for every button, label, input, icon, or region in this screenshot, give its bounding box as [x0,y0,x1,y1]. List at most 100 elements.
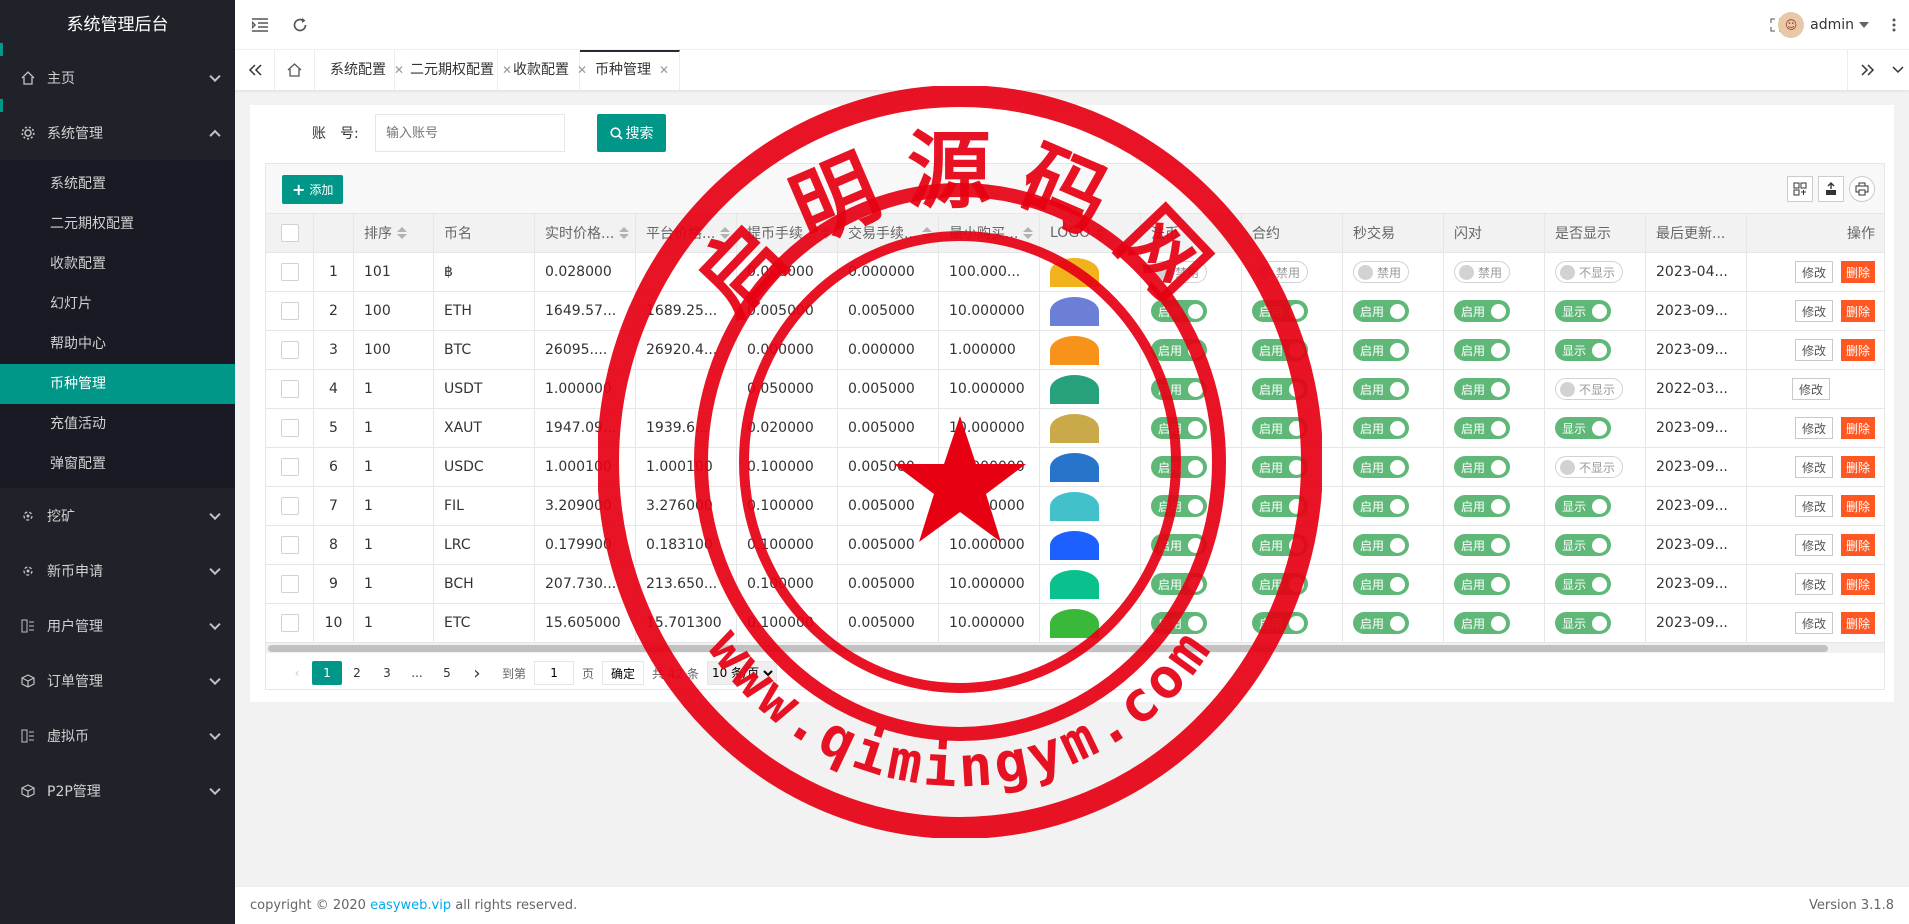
select-all-checkbox[interactable] [266,214,314,252]
edit-button[interactable]: 修改 [1794,456,1833,478]
second-trade-toggle[interactable]: 启用 [1353,339,1409,361]
sort-icon[interactable] [1095,227,1106,239]
fiat-toggle[interactable]: 启用 [1151,456,1207,478]
row-checkbox[interactable] [280,497,299,515]
flash-swap-toggle[interactable]: 启用 [1454,417,1510,439]
account-search-input[interactable] [375,114,565,152]
flash-swap-toggle[interactable]: 启用 [1454,573,1510,595]
column-header[interactable]: 最小购买... [939,214,1040,252]
page-confirm-button[interactable]: 确定 [602,661,645,685]
second-trade-toggle[interactable]: 启用 [1353,456,1409,478]
easyweb-link[interactable]: easyweb.vip [370,898,451,913]
row-checkbox[interactable] [280,536,299,554]
show-toggle[interactable]: 显示 [1555,612,1611,634]
row-checkbox[interactable] [280,263,299,281]
second-trade-toggle[interactable]: 启用 [1353,417,1409,439]
tabs-menu-chevron-icon[interactable] [1887,50,1909,90]
export-icon[interactable] [1818,176,1844,202]
fiat-toggle[interactable]: 启用 [1151,417,1207,439]
submenu-item[interactable]: 二元期权配置 [0,204,235,244]
sidebar-item-orders[interactable]: 订单管理 [0,653,235,708]
show-toggle[interactable]: 显示 [1555,300,1611,322]
delete-button[interactable]: 删除 [1840,456,1875,478]
flash-swap-toggle[interactable]: 禁用 [1454,261,1511,283]
sidebar-item-virtual[interactable]: 虚拟币 [0,708,235,763]
delete-button[interactable]: 删除 [1840,612,1875,634]
print-icon[interactable] [1849,176,1875,202]
fiat-toggle[interactable]: 启用 [1151,339,1207,361]
fiat-toggle[interactable]: 启用 [1151,612,1207,634]
fiat-toggle[interactable]: 启用 [1151,534,1207,556]
contract-toggle[interactable]: 启用 [1252,612,1308,634]
submenu-item[interactable]: 系统配置 [0,164,235,204]
flash-swap-toggle[interactable]: 启用 [1454,378,1510,400]
page-0[interactable]: 1 [312,661,342,685]
flash-swap-toggle[interactable]: 启用 [1454,612,1510,634]
second-trade-toggle[interactable]: 启用 [1353,573,1409,595]
row-checkbox[interactable] [280,419,299,437]
fiat-toggle[interactable]: 启用 [1151,495,1207,517]
second-trade-toggle[interactable]: 禁用 [1353,261,1410,283]
next-page-icon[interactable]: › [462,661,492,685]
submenu-item[interactable]: 弹窗配置 [0,444,235,484]
flash-swap-toggle[interactable]: 启用 [1454,456,1510,478]
show-toggle[interactable]: 显示 [1555,495,1611,517]
column-header[interactable]: 排序 [354,214,434,252]
show-toggle[interactable]: 显示 [1555,339,1611,361]
delete-button[interactable]: 删除 [1840,300,1875,322]
edit-button[interactable]: 修改 [1794,495,1833,517]
show-toggle[interactable]: 显示 [1555,417,1611,439]
tabs-left-icon[interactable] [235,50,275,90]
delete-button[interactable]: 删除 [1840,261,1875,283]
sidebar-item-home[interactable]: 主页 [0,43,235,112]
edit-button[interactable]: 修改 [1794,300,1833,322]
row-checkbox[interactable] [280,302,299,320]
page-size-select[interactable]: 10 条/页 [706,661,777,685]
sort-icon[interactable] [720,227,731,239]
page-4[interactable]: 5 [432,661,462,685]
row-checkbox[interactable] [280,575,299,593]
submenu-item[interactable]: 币种管理 [0,364,235,404]
contract-toggle[interactable]: 启用 [1252,456,1308,478]
second-trade-toggle[interactable]: 启用 [1353,300,1409,322]
contract-toggle[interactable]: 启用 [1252,339,1308,361]
more-vertical-icon[interactable] [1879,0,1909,50]
contract-toggle[interactable]: 启用 [1252,573,1308,595]
submenu-item[interactable]: 幻灯片 [0,284,235,324]
sort-icon[interactable] [1023,227,1034,239]
second-trade-toggle[interactable]: 启用 [1353,612,1409,634]
edit-button[interactable]: 修改 [1794,339,1833,361]
contract-toggle[interactable]: 启用 [1252,300,1308,322]
show-toggle[interactable]: 显示 [1555,534,1611,556]
submenu-item[interactable]: 收款配置 [0,244,235,284]
columns-filter-icon[interactable] [1787,176,1813,202]
contract-toggle[interactable]: 禁用 [1252,261,1309,283]
show-toggle[interactable]: 显示 [1555,573,1611,595]
column-header[interactable]: 实时价格... [535,214,636,252]
edit-button[interactable]: 修改 [1794,417,1833,439]
show-toggle[interactable]: 不显示 [1555,456,1624,478]
home-tab-icon[interactable] [275,50,315,90]
tab-1[interactable]: 二元期权配置 ✕ [395,50,512,90]
tabs-right-icon[interactable] [1847,50,1887,90]
submenu-item[interactable]: 充值活动 [0,404,235,444]
contract-toggle[interactable]: 启用 [1252,534,1308,556]
fiat-toggle[interactable]: 启用 [1151,573,1207,595]
delete-button[interactable]: 删除 [1840,534,1875,556]
add-button[interactable]: + 添加 [282,175,344,204]
delete-button[interactable]: 删除 [1840,417,1875,439]
row-checkbox[interactable] [280,614,299,632]
sort-icon[interactable] [821,227,832,239]
sidebar-item-mining[interactable]: 挖矿 [0,488,235,543]
delete-button[interactable]: 删除 [1840,495,1875,517]
horizontal-scrollbar[interactable] [266,643,1884,653]
delete-button[interactable]: 删除 [1840,573,1875,595]
flash-swap-toggle[interactable]: 启用 [1454,495,1510,517]
row-checkbox[interactable] [280,458,299,476]
sort-icon[interactable] [397,227,407,239]
submenu-item[interactable]: 帮助中心 [0,324,235,364]
row-checkbox[interactable] [280,341,299,359]
column-header[interactable]: 交易手续... [838,214,939,252]
fiat-toggle[interactable]: 启用 [1151,378,1207,400]
flash-swap-toggle[interactable]: 启用 [1454,300,1510,322]
